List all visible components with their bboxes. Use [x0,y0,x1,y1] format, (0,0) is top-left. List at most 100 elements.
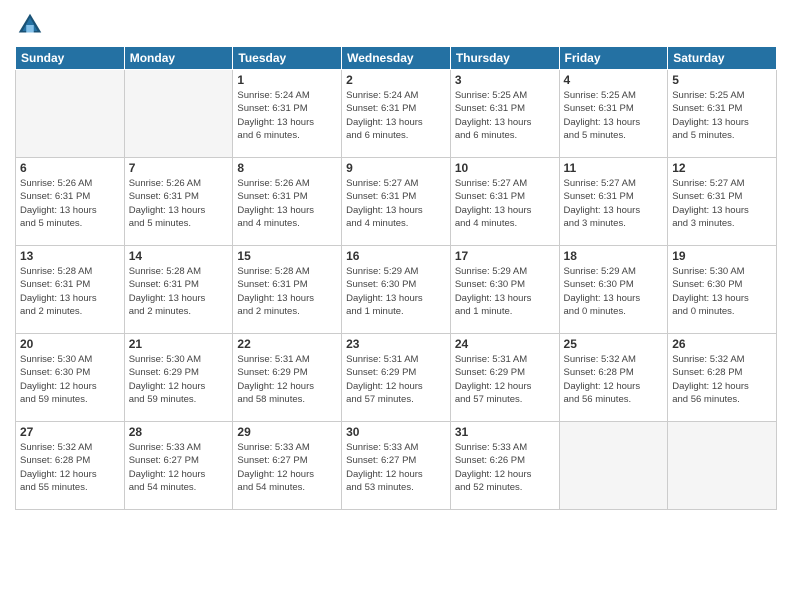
day-number: 20 [20,337,120,351]
day-info: Sunrise: 5:33 AM Sunset: 6:27 PM Dayligh… [237,441,337,494]
calendar-cell: 31 Sunrise: 5:33 AM Sunset: 6:26 PM Dayli… [450,422,559,510]
calendar-cell: 7 Sunrise: 5:26 AM Sunset: 6:31 PM Daylig… [124,158,233,246]
calendar-cell [16,70,125,158]
day-number: 12 [672,161,772,175]
day-info: Sunrise: 5:28 AM Sunset: 6:31 PM Dayligh… [129,265,229,318]
day-info: Sunrise: 5:25 AM Sunset: 6:31 PM Dayligh… [455,89,555,142]
day-info: Sunrise: 5:26 AM Sunset: 6:31 PM Dayligh… [20,177,120,230]
day-number: 28 [129,425,229,439]
day-number: 5 [672,73,772,87]
calendar-cell: 5Sunrise: 5:25 AM Sunset: 6:31 PM Daylig… [668,70,777,158]
day-info: Sunrise: 5:30 AM Sunset: 6:30 PM Dayligh… [20,353,120,406]
day-info: Sunrise: 5:29 AM Sunset: 6:30 PM Dayligh… [564,265,664,318]
day-number: 6 [20,161,120,175]
day-info: Sunrise: 5:29 AM Sunset: 6:30 PM Dayligh… [455,265,555,318]
day-number: 2 [346,73,446,87]
calendar-cell: 15 Sunrise: 5:28 AM Sunset: 6:31 PM Dayli… [233,246,342,334]
calendar-cell [124,70,233,158]
weekday-header: Thursday [450,47,559,70]
day-number: 27 [20,425,120,439]
calendar-cell: 27Sunrise: 5:32 AM Sunset: 6:28 PM Dayli… [16,422,125,510]
calendar-cell: 12 Sunrise: 5:27 AM Sunset: 6:31 PM Dayli… [668,158,777,246]
day-info: Sunrise: 5:26 AM Sunset: 6:31 PM Dayligh… [237,177,337,230]
day-number: 7 [129,161,229,175]
calendar-cell [559,422,668,510]
day-number: 19 [672,249,772,263]
day-info: Sunrise: 5:33 AM Sunset: 6:26 PM Dayligh… [455,441,555,494]
calendar-week-row: 1 Sunrise: 5:24 AM Sunset: 6:31 PM Daylig… [16,70,777,158]
day-number: 21 [129,337,229,351]
day-number: 25 [564,337,664,351]
calendar-cell: 22Sunrise: 5:31 AM Sunset: 6:29 PM Dayli… [233,334,342,422]
calendar-cell: 10Sunrise: 5:27 AM Sunset: 6:31 PM Dayli… [450,158,559,246]
calendar-cell: 14 Sunrise: 5:28 AM Sunset: 6:31 PM Dayli… [124,246,233,334]
calendar-cell: 9 Sunrise: 5:27 AM Sunset: 6:31 PM Daylig… [342,158,451,246]
calendar-cell: 23 Sunrise: 5:31 AM Sunset: 6:29 PM Dayli… [342,334,451,422]
day-number: 30 [346,425,446,439]
day-number: 9 [346,161,446,175]
day-number: 26 [672,337,772,351]
calendar-week-row: 6 Sunrise: 5:26 AM Sunset: 6:31 PM Daylig… [16,158,777,246]
day-number: 23 [346,337,446,351]
calendar-week-row: 27Sunrise: 5:32 AM Sunset: 6:28 PM Dayli… [16,422,777,510]
day-number: 8 [237,161,337,175]
day-info: Sunrise: 5:27 AM Sunset: 6:31 PM Dayligh… [455,177,555,230]
day-number: 22 [237,337,337,351]
day-info: Sunrise: 5:27 AM Sunset: 6:31 PM Dayligh… [672,177,772,230]
day-number: 4 [564,73,664,87]
day-number: 29 [237,425,337,439]
day-number: 13 [20,249,120,263]
calendar-cell: 11 Sunrise: 5:27 AM Sunset: 6:31 PM Dayli… [559,158,668,246]
calendar-cell: 21Sunrise: 5:30 AM Sunset: 6:29 PM Dayli… [124,334,233,422]
day-number: 3 [455,73,555,87]
calendar-week-row: 13 Sunrise: 5:28 AM Sunset: 6:31 PM Dayli… [16,246,777,334]
day-info: Sunrise: 5:33 AM Sunset: 6:27 PM Dayligh… [129,441,229,494]
calendar: SundayMondayTuesdayWednesdayThursdayFrid… [15,46,777,510]
day-info: Sunrise: 5:25 AM Sunset: 6:31 PM Dayligh… [564,89,664,142]
day-info: Sunrise: 5:33 AM Sunset: 6:27 PM Dayligh… [346,441,446,494]
weekday-header: Saturday [668,47,777,70]
calendar-cell: 30 Sunrise: 5:33 AM Sunset: 6:27 PM Dayli… [342,422,451,510]
calendar-cell: 18 Sunrise: 5:29 AM Sunset: 6:30 PM Dayli… [559,246,668,334]
calendar-cell: 4 Sunrise: 5:25 AM Sunset: 6:31 PM Daylig… [559,70,668,158]
day-info: Sunrise: 5:32 AM Sunset: 6:28 PM Dayligh… [672,353,772,406]
day-number: 14 [129,249,229,263]
day-number: 31 [455,425,555,439]
day-number: 15 [237,249,337,263]
day-number: 11 [564,161,664,175]
calendar-cell: 25 Sunrise: 5:32 AM Sunset: 6:28 PM Dayli… [559,334,668,422]
day-info: Sunrise: 5:26 AM Sunset: 6:31 PM Dayligh… [129,177,229,230]
calendar-cell: 3 Sunrise: 5:25 AM Sunset: 6:31 PM Daylig… [450,70,559,158]
calendar-cell: 24 Sunrise: 5:31 AM Sunset: 6:29 PM Dayli… [450,334,559,422]
day-number: 24 [455,337,555,351]
day-info: Sunrise: 5:28 AM Sunset: 6:31 PM Dayligh… [237,265,337,318]
calendar-cell: 1 Sunrise: 5:24 AM Sunset: 6:31 PM Daylig… [233,70,342,158]
header [15,10,777,40]
calendar-cell: 16 Sunrise: 5:29 AM Sunset: 6:30 PM Dayli… [342,246,451,334]
weekday-header: Sunday [16,47,125,70]
day-info: Sunrise: 5:30 AM Sunset: 6:30 PM Dayligh… [672,265,772,318]
calendar-cell: 13 Sunrise: 5:28 AM Sunset: 6:31 PM Dayli… [16,246,125,334]
calendar-cell: 6 Sunrise: 5:26 AM Sunset: 6:31 PM Daylig… [16,158,125,246]
calendar-cell: 19 Sunrise: 5:30 AM Sunset: 6:30 PM Dayli… [668,246,777,334]
day-number: 1 [237,73,337,87]
day-info: Sunrise: 5:31 AM Sunset: 6:29 PM Dayligh… [455,353,555,406]
day-info: Sunrise: 5:24 AM Sunset: 6:31 PM Dayligh… [346,89,446,142]
day-number: 16 [346,249,446,263]
day-info: Sunrise: 5:28 AM Sunset: 6:31 PM Dayligh… [20,265,120,318]
day-info: Sunrise: 5:29 AM Sunset: 6:30 PM Dayligh… [346,265,446,318]
day-number: 17 [455,249,555,263]
calendar-cell: 29 Sunrise: 5:33 AM Sunset: 6:27 PM Dayli… [233,422,342,510]
weekday-header: Monday [124,47,233,70]
day-info: Sunrise: 5:27 AM Sunset: 6:31 PM Dayligh… [564,177,664,230]
calendar-cell: 8 Sunrise: 5:26 AM Sunset: 6:31 PM Daylig… [233,158,342,246]
day-info: Sunrise: 5:24 AM Sunset: 6:31 PM Dayligh… [237,89,337,142]
day-info: Sunrise: 5:27 AM Sunset: 6:31 PM Dayligh… [346,177,446,230]
day-number: 18 [564,249,664,263]
calendar-cell: 28 Sunrise: 5:33 AM Sunset: 6:27 PM Dayli… [124,422,233,510]
day-info: Sunrise: 5:32 AM Sunset: 6:28 PM Dayligh… [564,353,664,406]
calendar-cell: 20 Sunrise: 5:30 AM Sunset: 6:30 PM Dayli… [16,334,125,422]
page-container: SundayMondayTuesdayWednesdayThursdayFrid… [0,0,792,612]
weekday-header: Friday [559,47,668,70]
day-info: Sunrise: 5:31 AM Sunset: 6:29 PM Dayligh… [346,353,446,406]
